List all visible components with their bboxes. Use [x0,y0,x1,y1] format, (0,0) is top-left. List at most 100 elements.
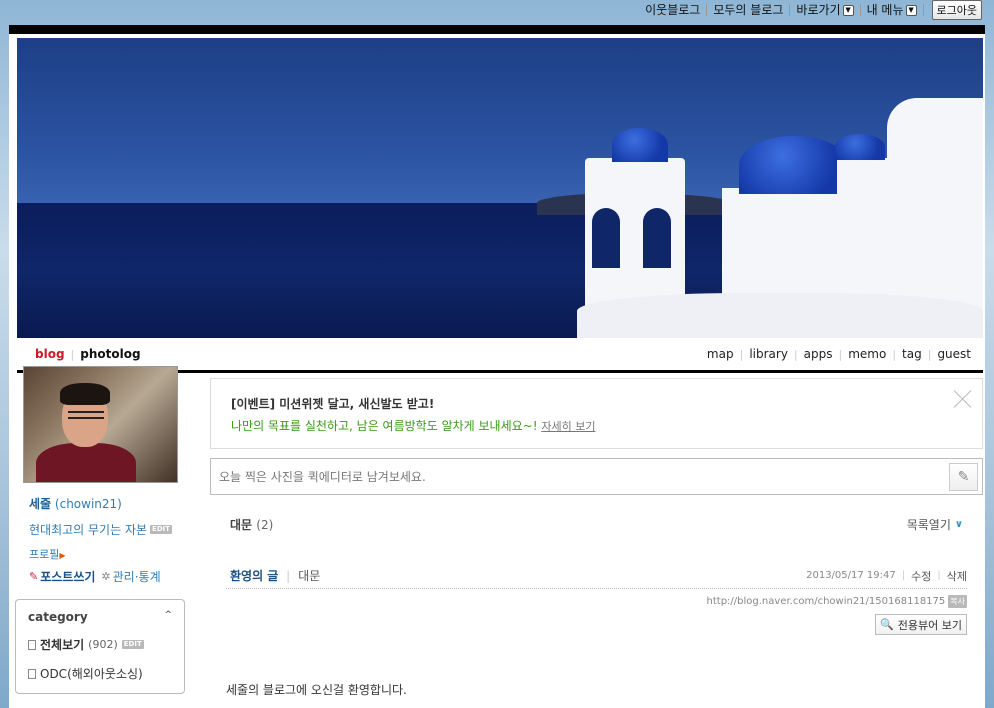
motto-text: 현대최고의 무기는 자본 [29,523,148,537]
shortcut-label: 바로가기 [796,3,841,17]
copy-url-button[interactable]: 복사 [948,595,967,608]
post-edit-link[interactable]: 수정 [911,568,931,584]
list-toggle-label: 목록열기 [906,518,951,532]
pencil-icon: ✎ [29,570,39,583]
nav-apps-link[interactable]: apps [804,347,833,361]
category-title: category [28,610,88,624]
banner-dome [612,128,668,162]
chevron-down-icon: ▼ [905,4,917,16]
event-banner: [이벤트] 미션위젯 달고, 새신발도 받고! 나만의 목표를 실천하고, 남은… [210,378,983,449]
post-header: 환영의 글 대문 2013/05/17 19:47 | 수정 | 삭제 [226,569,967,589]
my-menu-dropdown[interactable]: 내 메뉴 ▼ [861,4,924,16]
event-desc-text: 나만의 목표를 실천하고, 남은 여름방학도 알차게 보내세요~! [231,419,538,433]
collapse-icon[interactable]: ^ [164,610,172,624]
nav-tag-link[interactable]: tag [902,347,922,361]
category-item-label: 전체보기 [40,638,85,652]
nav-guest-link[interactable]: guest [937,347,971,361]
meta-separator: | [937,570,941,581]
chevron-down-icon: ∨ [954,519,963,530]
search-icon: 🔍 [880,618,894,631]
nav-separator: | [70,348,75,361]
post-date: 2013/05/17 19:47 [806,570,896,581]
sidebar-actions: ✎ 포스트쓰기 ✲ 관리·통계 [29,568,185,585]
nav-blog-link[interactable]: blog [35,347,65,361]
main-content: [이벤트] 미션위젯 달고, 새신발도 받고! 나만의 목표를 실천하고, 남은… [210,378,983,698]
logout-button[interactable]: 로그아웃 [931,0,982,20]
edit-pencil-icon[interactable]: ✎ [949,463,978,491]
sidebar: 세줄 (chowin21) 현대최고의 무기는 자본 EDIT 프로필▶ ✎ 포… [15,366,185,694]
nickname-text: 세줄 [29,497,52,511]
nav-separator: | [892,348,897,361]
chevron-down-icon: ▼ [842,4,854,16]
quick-editor-placeholder: 오늘 찍은 사진을 퀵에디터로 남겨보세요. [219,470,426,484]
post-title[interactable]: 환영의 글 [230,569,278,583]
write-post-label: 포스트쓰기 [40,570,96,584]
nav-library-link[interactable]: library [749,347,788,361]
nav-memo-link[interactable]: memo [848,347,886,361]
nav-map-link[interactable]: map [707,347,734,361]
nav-separator: | [927,348,932,361]
profile-link-label: 프로필 [29,548,60,561]
header-banner-image [17,38,983,338]
my-menu-label: 내 메뉴 [866,3,904,17]
all-blog-link[interactable]: 모두의 블로그 [707,4,791,16]
event-description: 나만의 목표를 실천하고, 남은 여름방학도 알차게 보내세요~! 자세히 보기 [231,417,962,434]
blog-motto: 현대최고의 무기는 자본 EDIT [29,521,185,538]
current-category-count: (2) [256,518,274,532]
frame-top-border [9,25,985,34]
category-item-odc[interactable]: ODC(해외아웃소싱) [28,665,172,682]
post-category[interactable]: 대문 [286,569,320,583]
category-edit-button[interactable]: EDIT [121,640,144,649]
current-category: 대문 (2) [230,516,273,533]
profile-link[interactable]: 프로필▶ [29,546,185,562]
post-url[interactable]: http://blog.naver.com/chowin21/150168118… [707,596,946,607]
top-utility-bar: 이웃블로그 모두의 블로그 바로가기 ▼ 내 메뉴 ▼ 로그아웃 [0,0,994,20]
motto-edit-button[interactable]: EDIT [150,525,173,534]
document-icon [28,668,36,679]
banner-small-dome [835,134,885,160]
category-box: category ^ 전체보기 (902) EDIT ODC(해외아웃소싱) [15,599,185,694]
current-category-name: 대문 [230,518,253,532]
post-body: 세줄의 블로그에 오신걸 환영합니다. [226,683,407,697]
quick-editor-input[interactable]: 오늘 찍은 사진을 퀵에디터로 남겨보세요. ✎ [210,458,983,495]
category-item-count: (902) [88,638,118,651]
post-title-group: 환영의 글 대문 [230,567,320,584]
event-title: [이벤트] 미션위젯 달고, 새신발도 받고! [231,397,435,411]
manage-stats-link[interactable]: ✲ 관리·통계 [101,568,160,585]
avatar[interactable] [23,366,178,483]
category-item-label: ODC(해외아웃소싱) [40,667,143,681]
document-icon [28,639,36,650]
neighbor-blog-link[interactable]: 이웃블로그 [639,4,708,16]
list-toggle-button[interactable]: 목록열기 ∨ [907,516,963,533]
gear-icon: ✲ [101,570,111,583]
nav-separator: | [739,348,744,361]
post-meta: 2013/05/17 19:47 | 수정 | 삭제 [806,568,967,584]
post-url-row: http://blog.naver.com/chowin21/150168118… [226,595,967,608]
user-id-text: (chowin21) [54,497,122,511]
write-post-button[interactable]: ✎ 포스트쓰기 [29,568,95,585]
post: 환영의 글 대문 2013/05/17 19:47 | 수정 | 삭제 http… [226,569,967,698]
banner-arch [643,208,671,268]
avatar-glasses [68,411,104,419]
blog-nickname[interactable]: 세줄 (chowin21) [29,495,185,512]
close-icon[interactable] [952,387,974,409]
shortcut-dropdown[interactable]: 바로가기 ▼ [790,3,861,17]
category-item-all[interactable]: 전체보기 (902) EDIT [28,636,172,653]
post-list-header: 대문 (2) 목록열기 ∨ [210,516,983,533]
arrow-right-icon: ▶ [59,551,66,560]
avatar-body [36,443,136,482]
banner-main-dome [739,136,849,194]
category-header: category ^ [28,610,172,624]
nav-photolog-link[interactable]: photolog [80,347,140,361]
banner-arch [592,208,620,268]
dedicated-viewer-button[interactable]: 🔍 전용뷰어 보기 [875,614,967,635]
nav-right: map | library | apps | memo | tag | guest [707,347,971,361]
meta-separator: | [901,570,906,581]
nav-separator: | [793,348,798,361]
event-detail-link[interactable]: 자세히 보기 [541,420,595,433]
viewer-label: 전용뷰어 보기 [897,618,962,632]
avatar-hair [60,383,110,405]
nav-left: blog | photolog [35,347,141,361]
post-delete-link[interactable]: 삭제 [947,568,967,584]
nav-separator: | [838,348,843,361]
